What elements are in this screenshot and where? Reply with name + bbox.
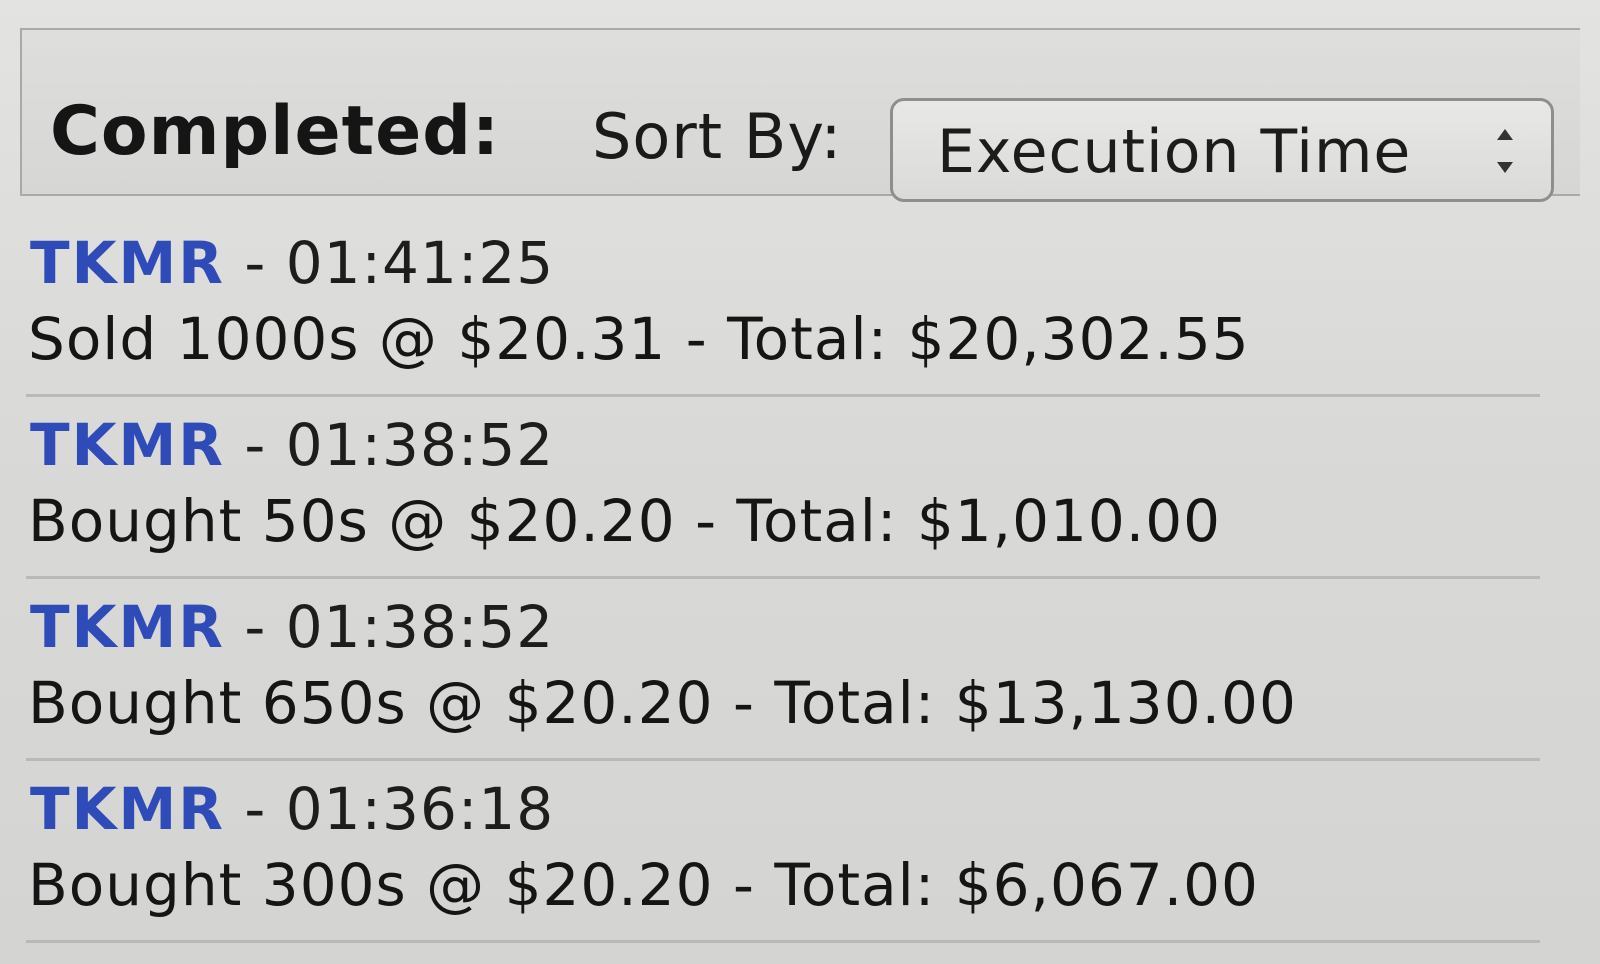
order-item: TKMR - 01:38:52 Bought 650s @ $20.20 - T…	[26, 579, 1540, 761]
completed-orders-list: TKMR - 01:41:25 Sold 1000s @ $20.31 - To…	[0, 215, 1600, 943]
order-time: - 01:38:52	[224, 593, 555, 661]
order-symbol-link[interactable]: TKMR	[30, 411, 225, 479]
order-item: TKMR - 01:41:25 Sold 1000s @ $20.31 - To…	[26, 215, 1540, 397]
order-symbol-link[interactable]: TKMR	[30, 229, 225, 297]
order-detail: Bought 650s @ $20.20 - Total: $13,130.00	[28, 669, 1297, 737]
order-summary-line: TKMR - 01:38:52	[30, 411, 554, 479]
up-down-arrows-icon	[1495, 129, 1515, 173]
completed-title: Completed:	[50, 92, 501, 171]
order-detail: Bought 300s @ $20.20 - Total: $6,067.00	[28, 851, 1259, 919]
sort-by-select[interactable]: Execution Time	[890, 98, 1554, 202]
completed-header: Completed: Sort By: Execution Time	[20, 28, 1580, 202]
sort-by-label: Sort By:	[592, 100, 843, 173]
order-time: - 01:38:52	[224, 411, 555, 479]
order-detail: Bought 50s @ $20.20 - Total: $1,010.00	[28, 487, 1222, 555]
order-detail: Sold 1000s @ $20.31 - Total: $20,302.55	[28, 305, 1250, 373]
order-symbol-link[interactable]: TKMR	[30, 593, 225, 661]
order-item: TKMR - 01:38:52 Bought 50s @ $20.20 - To…	[26, 397, 1540, 579]
order-summary-line: TKMR - 01:41:25	[30, 229, 554, 297]
completed-orders-panel: Completed: Sort By: Execution Time TKMR …	[0, 0, 1600, 964]
order-summary-line: TKMR - 01:36:18	[30, 775, 554, 843]
order-summary-line: TKMR - 01:38:52	[30, 593, 554, 661]
order-symbol-link[interactable]: TKMR	[30, 775, 225, 843]
order-time: - 01:36:18	[224, 775, 555, 843]
order-item: TKMR - 01:36:18 Bought 300s @ $20.20 - T…	[26, 761, 1540, 943]
sort-by-selected-value: Execution Time	[937, 117, 1412, 187]
order-time: - 01:41:25	[224, 229, 555, 297]
